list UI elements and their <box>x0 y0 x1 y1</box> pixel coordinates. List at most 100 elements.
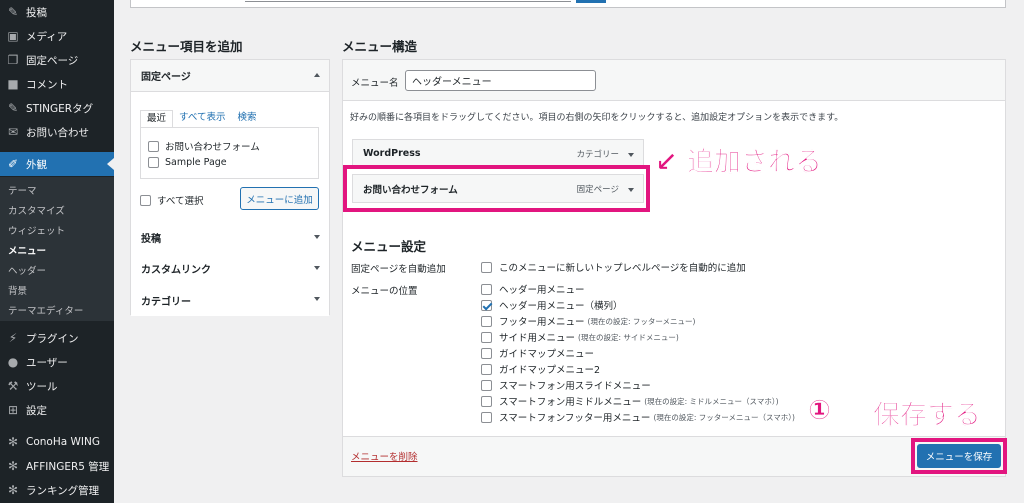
sidebar-item-tools[interactable]: ⚒ ツール <box>0 374 114 398</box>
submenu-item-widgets[interactable]: ウィジェット <box>0 220 114 240</box>
checkbox[interactable] <box>481 315 492 327</box>
sidebar-item-label: 設定 <box>26 404 47 417</box>
checkbox[interactable] <box>481 331 492 343</box>
location-option[interactable]: サイド用メニュー (現在の設定: サイドメニュー) <box>481 330 679 344</box>
accordion-categories-title: カテゴリー <box>141 296 191 308</box>
chevron-down-icon[interactable] <box>628 153 634 157</box>
media-icon: ▣ <box>7 29 19 43</box>
location-label: スマートフォン用ミドルメニュー <box>499 397 642 408</box>
accordion-posts-header[interactable]: 投稿 <box>131 222 329 254</box>
sidebar-item-posts[interactable]: ✎ 投稿 <box>0 0 114 24</box>
brush-icon: ✐ <box>7 157 19 171</box>
sidebar-item-pages[interactable]: ❐ 固定ページ <box>0 48 114 72</box>
location-option[interactable]: ヘッダー用メニュー <box>481 282 585 296</box>
accordion-categories-header[interactable]: カテゴリー <box>131 284 329 316</box>
accordion-custom-links-header[interactable]: カスタムリンク <box>131 253 329 285</box>
sidebar-item-settings[interactable]: ⊞ 設定 <box>0 398 114 422</box>
sidebar-item-ranking[interactable]: ✻ ランキング管理 <box>0 478 114 502</box>
page-icon: ❐ <box>7 53 19 67</box>
sidebar-item-label: お問い合わせ <box>26 126 89 139</box>
location-label: ヘッダー用メニュー（横列） <box>499 301 623 312</box>
location-note: (現在の設定: フッターメニュー) <box>587 316 696 326</box>
sidebar-item-media[interactable]: ▣ メディア <box>0 24 114 48</box>
pages-tabs: 最近 すべて表示 検索 <box>140 110 263 128</box>
checkbox[interactable] <box>481 363 492 375</box>
plugin-icon: ⚡ <box>8 331 18 345</box>
checkbox[interactable] <box>481 261 492 273</box>
auto-add-option[interactable]: このメニューに新しいトップレベルページを自動的に追加 <box>481 260 746 274</box>
checkbox[interactable] <box>481 395 492 407</box>
sidebar-item-contact[interactable]: ✉ お問い合わせ <box>0 120 114 144</box>
location-option[interactable]: スマートフォンフッター用メニュー (現在の設定: フッターメニュー（スマホ）) <box>481 410 795 424</box>
submenu-item-themes[interactable]: テーマ <box>0 180 114 200</box>
sidebar-item-label: STINGERタグ <box>26 102 94 115</box>
checkbox[interactable] <box>481 379 492 391</box>
sidebar-item-label: AFFINGER5 管理 <box>26 460 110 473</box>
checkbox[interactable] <box>481 411 492 423</box>
location-option[interactable]: スマートフォン用ミドルメニュー (現在の設定: ミドルメニュー（スマホ）) <box>481 394 779 408</box>
save-menu-button[interactable]: メニューを保存 <box>917 444 1001 468</box>
sidebar-item-label: ランキング管理 <box>26 484 100 497</box>
chevron-down-icon <box>314 297 320 301</box>
checkbox[interactable] <box>140 194 151 206</box>
location-note: (現在の設定: フッターメニュー（スマホ）) <box>653 412 795 422</box>
location-option[interactable]: ガイドマップメニュー <box>481 346 594 360</box>
menu-name-input[interactable]: ヘッダーメニュー <box>405 70 596 91</box>
location-option[interactable]: スマートフォン用スライドメニュー <box>481 378 651 392</box>
sidebar-item-affinger5[interactable]: ✻ AFFINGER5 管理 <box>0 454 114 478</box>
sidebar-item-label: 外観 <box>26 158 47 171</box>
annotation-save: 保存する <box>873 400 982 432</box>
pin-icon: ✎ <box>7 101 19 115</box>
checkbox[interactable] <box>148 157 159 168</box>
submenu-item-header[interactable]: ヘッダー <box>0 260 114 280</box>
tab-search[interactable]: 検索 <box>231 110 262 128</box>
delete-menu-link[interactable]: メニューを削除 <box>351 449 418 463</box>
accordion-posts-title: 投稿 <box>141 234 161 245</box>
location-label: ヘッダー用メニュー <box>499 285 585 296</box>
page-option-sample-page[interactable]: Sample Page <box>148 157 227 168</box>
menu-settings-title: メニュー設定 <box>351 239 427 254</box>
chevron-down-icon <box>314 266 320 270</box>
location-note: (現在の設定: ミドルメニュー（スマホ）) <box>644 396 779 406</box>
checkbox[interactable] <box>481 283 492 295</box>
gear-icon: ✻ <box>7 483 19 497</box>
menu-item-title: WordPress <box>363 148 421 159</box>
select-menu-button[interactable] <box>576 0 606 3</box>
pin-icon: ✎ <box>7 5 19 19</box>
checkbox[interactable] <box>148 140 159 152</box>
submenu-item-menus[interactable]: メニュー <box>0 240 114 260</box>
location-option[interactable]: フッター用メニュー (現在の設定: フッターメニュー) <box>481 314 695 328</box>
tab-view-all[interactable]: すべて表示 <box>173 110 231 128</box>
location-option[interactable]: ガイドマップメニュー2 <box>481 362 600 376</box>
location-label: スマートフォンフッター用メニュー <box>499 413 651 424</box>
sidebar-item-appearance[interactable]: ✐ 外観 <box>0 152 114 176</box>
submenu-item-customize[interactable]: カスタマイズ <box>0 200 114 220</box>
location-label: ガイドマップメニュー2 <box>499 365 601 376</box>
sidebar-item-conoha-wing[interactable]: ✻ ConoHa WING <box>0 430 114 454</box>
submenu-item-background[interactable]: 背景 <box>0 280 114 300</box>
gear-icon: ✻ <box>7 435 19 449</box>
menu-footer <box>343 436 1005 476</box>
sidebar-item-label: ツール <box>26 380 58 393</box>
submenu-item-theme-editor[interactable]: テーマエディター <box>0 300 114 320</box>
select-all-option[interactable]: すべて選択 <box>140 193 203 207</box>
location-option[interactable]: ヘッダー用メニュー（横列） <box>481 298 623 312</box>
sidebar-item-stinger-tag[interactable]: ✎ STINGERタグ <box>0 96 114 120</box>
menu-select-dropdown[interactable] <box>245 0 571 2</box>
menu-location-label: メニューの位置 <box>351 286 418 297</box>
add-items-title: メニュー項目を追加 <box>130 39 243 54</box>
checkbox-checked[interactable] <box>481 299 492 311</box>
sidebar-item-comments[interactable]: ■ コメント <box>0 72 114 96</box>
comment-icon: ■ <box>7 77 19 91</box>
sidebar-item-plugins[interactable]: ⚡ プラグイン <box>0 326 114 350</box>
sidebar-item-users[interactable]: ● ユーザー <box>0 350 114 374</box>
sidebar-item-label: 投稿 <box>26 6 47 19</box>
drag-instructions: 好みの順番に各項目をドラッグしてください。項目の右側の矢印をクリックすると、追加… <box>350 113 844 123</box>
checkbox[interactable] <box>481 347 492 359</box>
menu-item-wordpress[interactable]: WordPress カテゴリー <box>352 139 644 168</box>
tab-recent[interactable]: 最近 <box>140 110 174 128</box>
sidebar-item-label: ユーザー <box>26 356 68 369</box>
add-to-menu-button[interactable]: メニューに追加 <box>240 187 319 210</box>
page-option-contact-form[interactable]: お問い合わせフォーム <box>148 139 260 153</box>
accordion-pages-header[interactable]: 固定ページ <box>131 60 329 92</box>
